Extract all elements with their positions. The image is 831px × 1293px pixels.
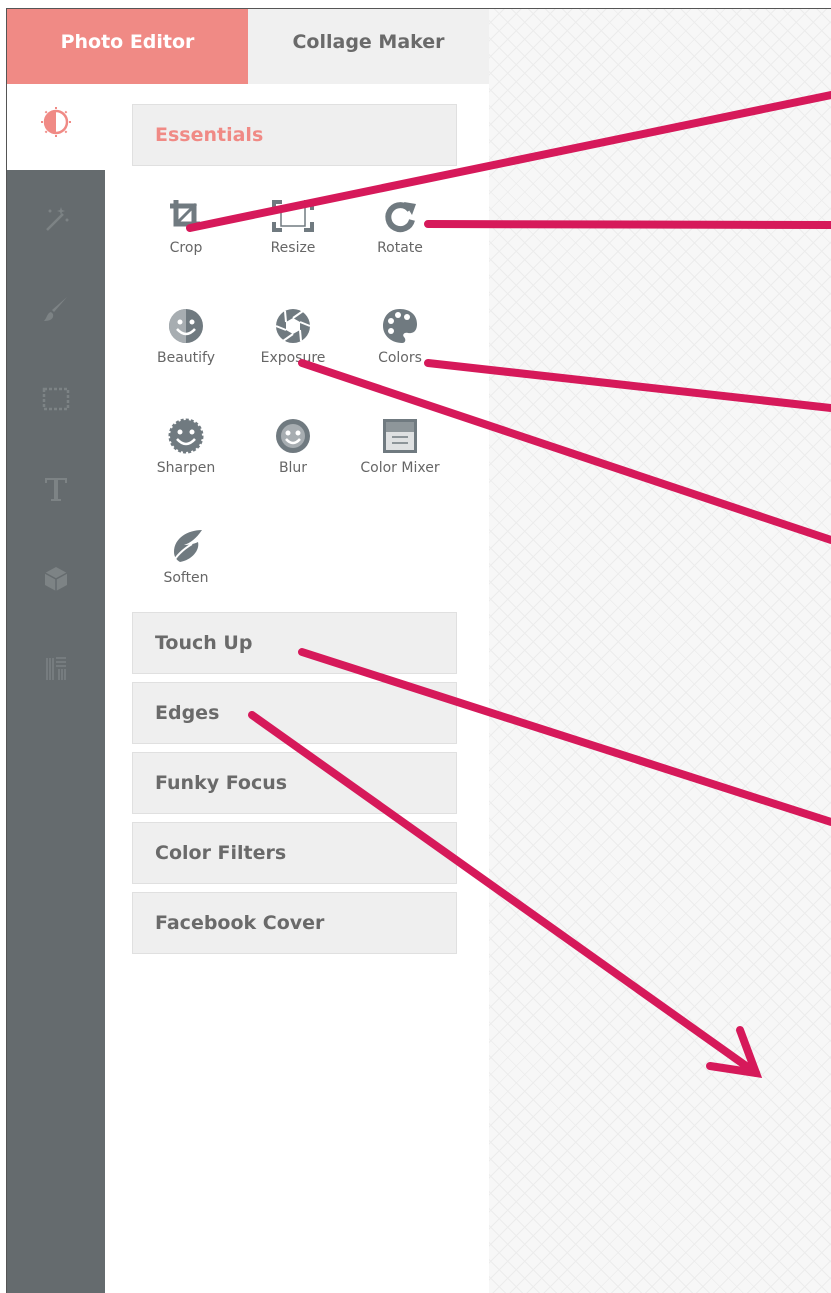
section-funky-focus-label: Funky Focus — [155, 772, 288, 794]
tab-collage-maker[interactable]: Collage Maker — [248, 9, 489, 84]
image-canvas[interactable] — [489, 9, 831, 1293]
tab-photo-editor-label: Photo Editor — [60, 31, 195, 53]
rotate-icon — [385, 202, 416, 233]
section-funky-focus[interactable]: Funky Focus — [132, 752, 457, 814]
beautify-icon — [169, 309, 203, 343]
toolbar-frame-button[interactable] — [7, 374, 105, 424]
tool-beautify[interactable]: Beautify — [138, 302, 234, 382]
left-toolbar — [7, 84, 105, 1293]
aperture-icon — [275, 309, 311, 343]
toolbar-overlay-button[interactable] — [7, 554, 105, 604]
section-color-filters[interactable]: Color Filters — [132, 822, 457, 884]
toolbar-brush-button[interactable] — [7, 284, 105, 334]
tool-soften[interactable]: Soften — [138, 522, 234, 602]
section-essentials-label: Essentials — [155, 124, 264, 146]
section-facebook-cover[interactable]: Facebook Cover — [132, 892, 457, 954]
toolbar-adjust-button[interactable] — [7, 84, 105, 170]
sharpen-icon — [168, 418, 204, 454]
tool-sharpen[interactable]: Sharpen — [138, 412, 234, 492]
section-essentials[interactable]: Essentials — [132, 104, 457, 166]
tool-color-mixer[interactable]: Color Mixer — [352, 412, 448, 492]
toolbar-text-button[interactable] — [7, 464, 105, 514]
tool-rotate-label: Rotate — [377, 240, 423, 256]
resize-icon — [272, 200, 314, 232]
frame-icon — [42, 387, 70, 411]
tool-exposure-label: Exposure — [260, 350, 326, 366]
toolbar-texture-button[interactable] — [7, 644, 105, 694]
tool-blur[interactable]: Blur — [245, 412, 341, 492]
section-touch-up-label: Touch Up — [155, 632, 253, 654]
tools-panel: Essentials Crop Resize Rotate Beautify E… — [105, 84, 489, 1293]
tab-photo-editor[interactable]: Photo Editor — [7, 9, 248, 84]
tool-resize[interactable]: Resize — [245, 192, 341, 272]
tool-exposure[interactable]: Exposure — [245, 302, 341, 382]
palette-icon — [383, 309, 417, 343]
tab-collage-maker-label: Collage Maker — [292, 31, 445, 53]
tool-crop[interactable]: Crop — [138, 192, 234, 272]
section-edges[interactable]: Edges — [132, 682, 457, 744]
section-edges-label: Edges — [155, 702, 220, 724]
cube-icon — [44, 567, 68, 591]
section-color-filters-label: Color Filters — [155, 842, 287, 864]
toolbar-effects-button[interactable] — [7, 194, 105, 244]
texture-icon — [46, 657, 66, 680]
tool-crop-label: Crop — [169, 240, 203, 256]
adjust-icon — [41, 107, 71, 137]
section-touch-up[interactable]: Touch Up — [132, 612, 457, 674]
text-icon — [45, 478, 67, 501]
tool-blur-label: Blur — [278, 460, 308, 476]
blur-icon — [276, 419, 310, 453]
magic-wand-icon — [46, 207, 69, 231]
color-mixer-icon — [383, 419, 417, 453]
tool-color-mixer-label: Color Mixer — [360, 460, 440, 476]
tool-colors[interactable]: Colors — [352, 302, 448, 382]
tool-rotate[interactable]: Rotate — [352, 192, 448, 272]
brush-icon — [44, 297, 67, 321]
app-window: Photo Editor Collage Maker Essentials Cr… — [6, 8, 831, 1293]
tool-sharpen-label: Sharpen — [156, 460, 216, 476]
feather-icon — [171, 530, 202, 565]
tool-resize-label: Resize — [270, 240, 316, 256]
tool-beautify-label: Beautify — [156, 350, 216, 366]
crop-icon — [170, 200, 200, 230]
tool-soften-label: Soften — [163, 570, 209, 586]
section-facebook-cover-label: Facebook Cover — [155, 912, 325, 934]
tool-colors-label: Colors — [378, 350, 422, 366]
